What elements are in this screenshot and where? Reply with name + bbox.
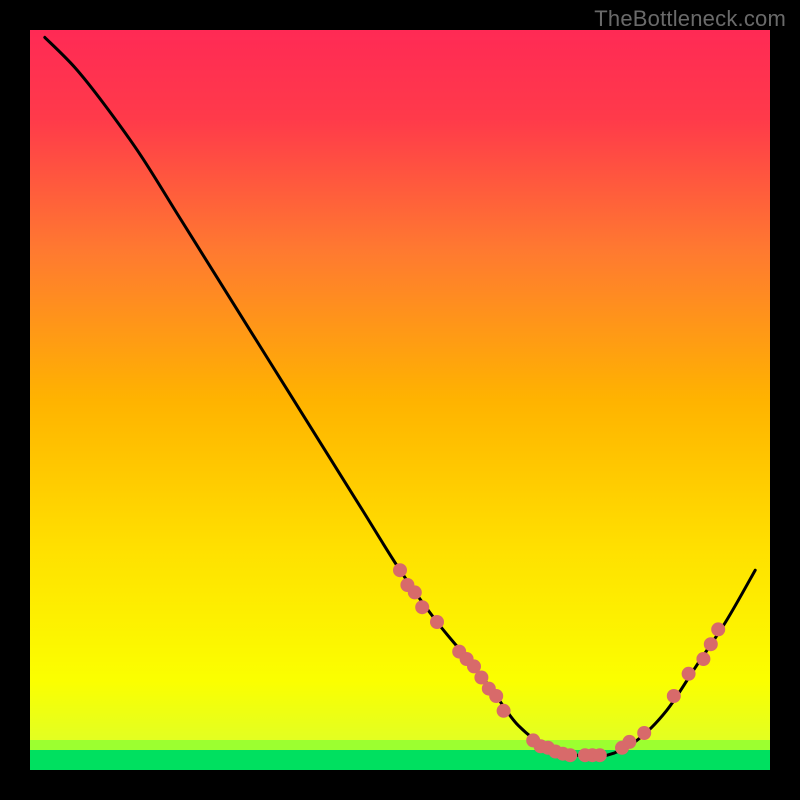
highlight-dot: [682, 667, 696, 681]
highlight-dot: [696, 652, 710, 666]
watermark-text: TheBottleneck.com: [594, 6, 786, 32]
yellowgreen-transition: [30, 740, 770, 750]
highlight-dot: [393, 563, 407, 577]
highlight-dot: [430, 615, 444, 629]
highlight-dot: [497, 704, 511, 718]
bottleneck-chart: [30, 30, 770, 770]
highlight-dot: [415, 600, 429, 614]
highlight-dot: [704, 637, 718, 651]
chart-frame: TheBottleneck.com: [0, 0, 800, 800]
highlight-dot: [622, 735, 636, 749]
highlight-dot: [667, 689, 681, 703]
highlight-dot: [593, 748, 607, 762]
highlight-dot: [489, 689, 503, 703]
highlight-dot: [711, 622, 725, 636]
highlight-dot: [637, 726, 651, 740]
plot-area: [30, 30, 770, 770]
highlight-dot: [408, 585, 422, 599]
gradient-background: [30, 30, 770, 770]
green-bottom-band: [30, 748, 770, 770]
highlight-dot: [563, 748, 577, 762]
